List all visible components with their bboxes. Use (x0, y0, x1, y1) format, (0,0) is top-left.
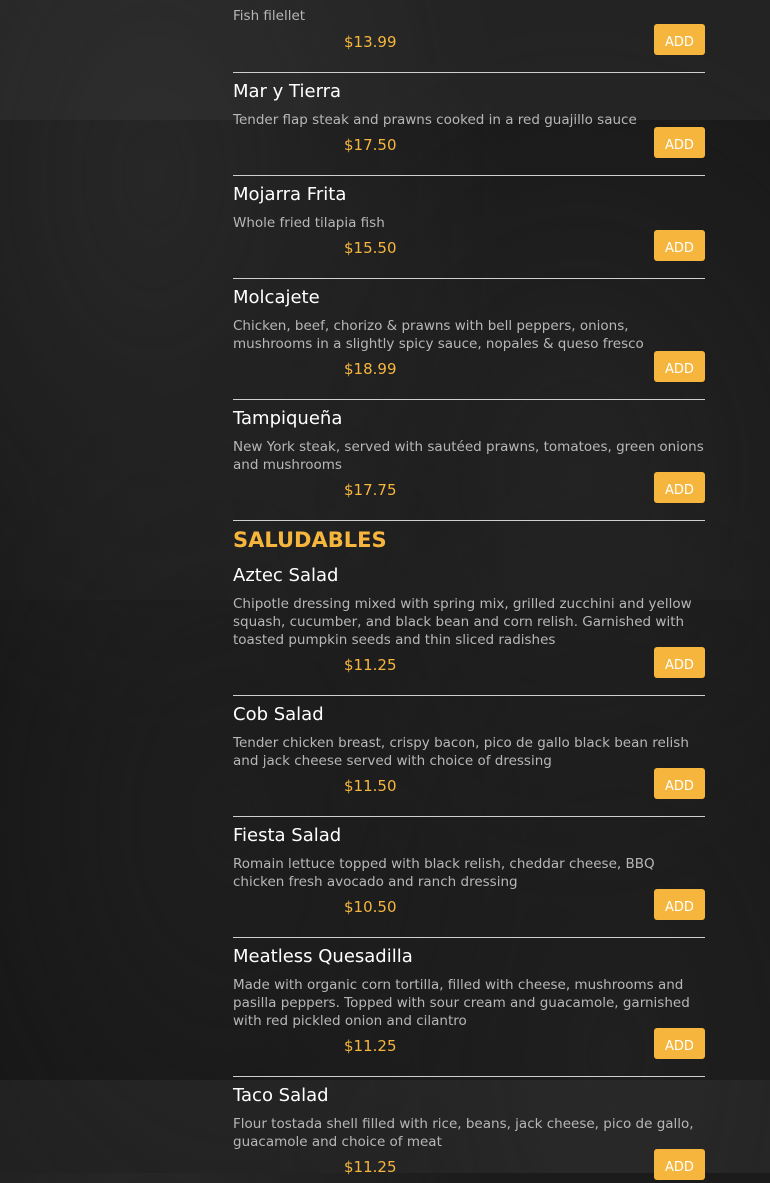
item-description: Flour tostada shell filled with rice, be… (233, 1116, 694, 1150)
divider (233, 72, 705, 73)
item-description: Fish filellet (233, 8, 306, 24)
add-button[interactable]: ADD (654, 24, 705, 55)
add-button[interactable]: ADD (654, 1028, 705, 1059)
item-name: Cob Salad (233, 704, 324, 725)
divider (233, 1076, 705, 1077)
item-name: Mar y Tierra (233, 81, 342, 102)
divider (233, 937, 705, 938)
add-button[interactable]: ADD (654, 127, 705, 158)
item-description: Whole fried tilapia fish (233, 215, 385, 231)
add-button[interactable]: ADD (654, 1149, 705, 1180)
item-name: Fiesta Salad (233, 825, 342, 846)
item-price: $10.50 (344, 898, 397, 916)
item-name: Aztec Salad (233, 565, 339, 586)
item-name: Mojarra Frita (233, 184, 347, 205)
divider (233, 399, 705, 400)
item-description: Tender flap steak and prawns cooked in a… (233, 112, 637, 128)
section-title: SALUDABLES (233, 528, 387, 552)
item-name: Taco Salad (233, 1085, 329, 1106)
item-name: Tampiqueña (233, 408, 343, 429)
divider (233, 175, 705, 176)
divider (233, 520, 705, 521)
item-name: Molcajete (233, 287, 320, 308)
item-description: Tender chicken breast, crispy bacon, pic… (233, 735, 689, 769)
item-description: Chicken, beef, chorizo & prawns with bel… (233, 318, 644, 352)
item-price: $17.50 (344, 136, 397, 154)
add-button[interactable]: ADD (654, 472, 705, 503)
item-description: Made with organic corn tortilla, filled … (233, 977, 690, 1029)
item-price: $15.50 (344, 239, 397, 257)
divider (233, 816, 705, 817)
item-description: Romain lettuce topped with black relish,… (233, 856, 655, 890)
item-price: $17.75 (344, 481, 397, 499)
add-button[interactable]: ADD (654, 889, 705, 920)
divider (233, 695, 705, 696)
item-name: Meatless Quesadilla (233, 946, 413, 967)
item-description: Chipotle dressing mixed with spring mix,… (233, 596, 692, 648)
add-button[interactable]: ADD (654, 230, 705, 261)
add-button[interactable]: ADD (654, 647, 705, 678)
add-button[interactable]: ADD (654, 351, 705, 382)
item-description: New York steak, served with sautéed praw… (233, 439, 704, 473)
item-price: $11.25 (344, 1158, 397, 1176)
item-price: $13.99 (344, 33, 397, 51)
item-price: $11.25 (344, 656, 397, 674)
item-price: $11.25 (344, 1037, 397, 1055)
add-button[interactable]: ADD (654, 768, 705, 799)
divider (233, 278, 705, 279)
item-price: $18.99 (344, 360, 397, 378)
item-price: $11.50 (344, 777, 397, 795)
